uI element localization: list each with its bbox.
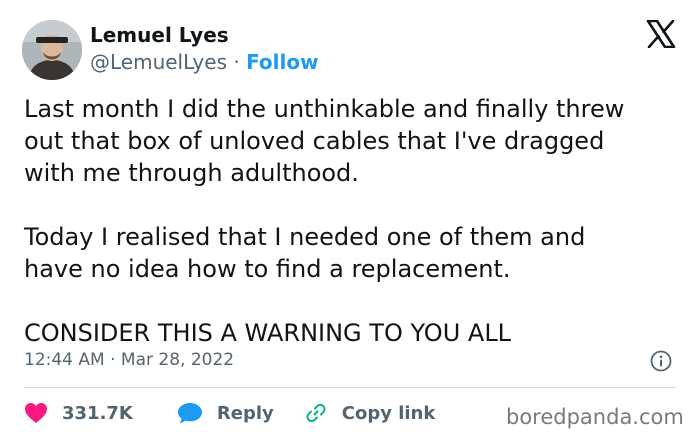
like-count: 331.7K (62, 402, 133, 424)
avatar[interactable] (22, 20, 82, 80)
tweet-line: Last month I did the unthinkable and fin… (24, 95, 625, 123)
reply-button[interactable]: Reply (177, 402, 274, 424)
handle-separator: · (233, 50, 240, 74)
author-handle-row: @LemuelLyes · Follow (90, 49, 319, 75)
info-icon[interactable] (650, 350, 672, 372)
tweet-line: Today I realised that I needed one of th… (24, 223, 586, 251)
tweet-line: have no idea how to find a replacement. (24, 255, 511, 283)
tweet-line: with me through adulthood. (24, 159, 359, 187)
tweet-line: out that box of unloved cables that I've… (24, 127, 605, 155)
divider (24, 387, 676, 388)
speech-bubble-icon (177, 403, 202, 424)
watermark: boredpanda.com (506, 405, 684, 429)
tweet-line: CONSIDER THIS A WARNING TO YOU ALL (24, 319, 512, 347)
like-button[interactable]: 331.7K (24, 402, 133, 424)
copy-link-button[interactable]: Copy link (304, 401, 436, 425)
link-icon (306, 403, 326, 423)
heart-icon (25, 403, 47, 423)
x-logo-icon[interactable] (646, 20, 676, 48)
author-name[interactable]: Lemuel Lyes (90, 22, 229, 48)
meta-separator: · (110, 350, 116, 370)
tweet-date: Mar 28, 2022 (120, 350, 235, 370)
copy-link-label: Copy link (341, 402, 436, 424)
tweet-timestamp[interactable]: 12:44 AM · Mar 28, 2022 (24, 348, 234, 372)
follow-button[interactable]: Follow (246, 50, 319, 74)
reply-label: Reply (216, 402, 274, 424)
tweet-time: 12:44 AM (24, 350, 105, 370)
avatar-photo (22, 20, 82, 80)
author-handle[interactable]: @LemuelLyes (90, 50, 227, 74)
tweet-text: Last month I did the unthinkable and fin… (24, 93, 684, 349)
action-bar: 331.7K Reply Copy link (24, 399, 435, 427)
